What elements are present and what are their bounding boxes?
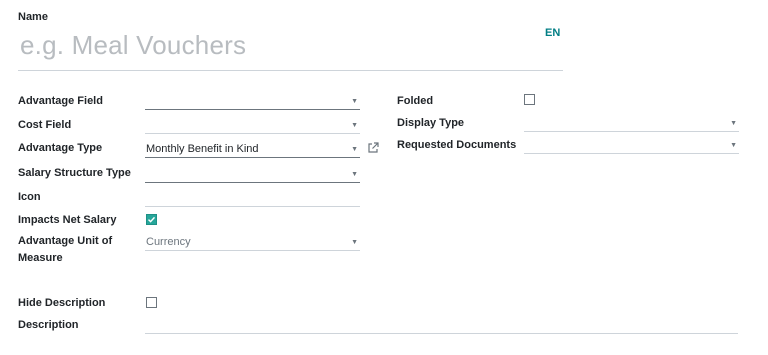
description-input[interactable] [145,316,738,334]
advantage-field-label: Advantage Field [18,95,103,107]
description-label: Description [18,319,79,331]
caret-down-icon: ▼ [730,142,737,149]
requested-documents-select[interactable]: ▼ [524,136,739,154]
advantage-type-label: Advantage Type [18,142,103,154]
name-label: Name [18,11,48,23]
unit-of-measure-select[interactable]: Currency ▼ [145,233,360,251]
icon-input[interactable] [145,189,360,207]
requested-documents-label: Requested Documents [397,139,517,151]
salary-structure-type-select[interactable]: ▼ [145,165,360,183]
language-button[interactable]: EN [545,27,560,39]
hide-description-label: Hide Description [18,297,106,309]
unit-of-measure-label-line1: Advantage Unit of [18,235,113,247]
cost-field-select[interactable]: ▼ [145,116,360,134]
salary-structure-type-label: Salary Structure Type [18,167,131,179]
unit-of-measure-label-line2: Measure [18,252,63,264]
advantage-field-select[interactable]: ▼ [145,92,360,110]
name-placeholder: e.g. Meal Vouchers [20,30,247,60]
display-type-select[interactable]: ▼ [524,114,739,132]
impacts-net-salary-checkbox[interactable] [146,214,157,225]
checkmark-icon [148,216,156,223]
external-link-icon[interactable] [367,142,379,156]
display-type-label: Display Type [397,117,465,129]
folded-label: Folded [397,95,434,107]
folded-checkbox[interactable] [524,94,535,105]
caret-down-icon: ▼ [351,171,358,178]
name-input[interactable]: e.g. Meal Vouchers [18,30,563,71]
impacts-net-salary-label: Impacts Net Salary [18,214,117,226]
caret-down-icon: ▼ [730,120,737,127]
advantage-type-select[interactable]: Monthly Benefit in Kind ▼ [145,140,360,158]
unit-of-measure-value: Currency [146,236,191,248]
hide-description-checkbox[interactable] [146,297,157,308]
caret-down-icon: ▼ [351,122,358,129]
cost-field-label: Cost Field [18,119,72,131]
caret-down-icon: ▼ [351,239,358,246]
caret-down-icon: ▼ [351,146,358,153]
caret-down-icon: ▼ [351,98,358,105]
advantage-type-value: Monthly Benefit in Kind [146,143,259,155]
icon-label: Icon [18,191,41,203]
